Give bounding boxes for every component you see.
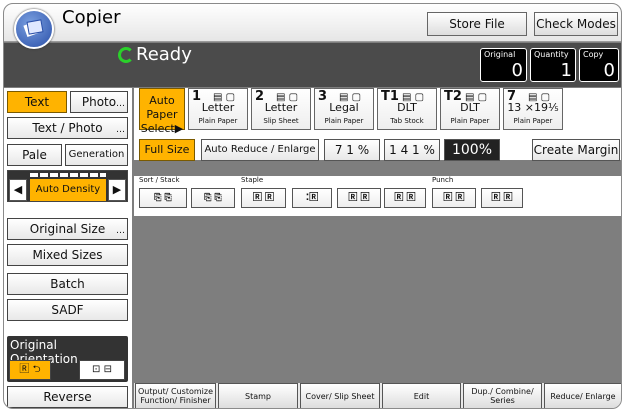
counter-value: 0: [603, 60, 615, 81]
tray-type: Slip Sheet: [263, 117, 299, 125]
staple-left-button[interactable]: 🅁 🅁: [384, 188, 426, 208]
copier-logo-icon: [14, 9, 54, 49]
paper-tray-2[interactable]: 2 ▤ ▢ Letter Slip Sheet: [251, 88, 311, 130]
title-bar: Copier Store File Check Modes: [4, 4, 621, 42]
counter-label: Original: [484, 50, 516, 59]
sort-stack-label: Sort / Stack: [139, 176, 180, 184]
text-photo-label: Text / Photo: [32, 121, 103, 135]
copy-counter: Copy 0: [579, 48, 619, 82]
main-settings-area: Auto Paper Select▶ 1 ▤ ▢ Letter Plain Pa…: [134, 88, 621, 408]
counter-value: 0: [511, 60, 523, 81]
auto-density-button[interactable]: Auto Density: [30, 179, 106, 201]
paper-tray-t2[interactable]: T2 ▤ ▢ DLT Plain Paper: [440, 88, 500, 130]
staple-label: Staple: [241, 176, 264, 184]
original-type-panel: Text Photo… Text / Photo… Pale Generatio…: [4, 88, 132, 408]
dup-combine-series-button[interactable]: Dup./ Combine/ Series: [463, 383, 542, 408]
store-file-button[interactable]: Store File: [427, 12, 527, 36]
tray-size: DLT: [397, 101, 417, 114]
more-options-icon: …: [116, 99, 125, 109]
status-bar: Ready Original 0 Quantity 1 Copy 0: [4, 43, 621, 87]
darker-arrow-icon[interactable]: ▶: [108, 179, 126, 201]
reverse-orientation-button[interactable]: Reverse Orientation: [7, 386, 128, 408]
paper-tray-7[interactable]: 7 ▤ ▢ 13 ×19⅕ Plain Paper: [503, 88, 563, 130]
tray-size: Letter: [201, 101, 235, 114]
original-size-button[interactable]: Original Size …: [7, 218, 128, 240]
counter-label: Quantity: [534, 50, 569, 59]
auto-paper-select-button[interactable]: Auto Paper Select▶: [139, 88, 185, 135]
tray-type: Plain Paper: [198, 117, 238, 125]
orientation-readable-icon[interactable]: 🅁 ⮌: [9, 360, 51, 380]
tray-type: Plain Paper: [324, 117, 364, 125]
create-margin-button[interactable]: Create Margin: [532, 139, 620, 161]
photo-label: Photo: [81, 95, 117, 109]
check-modes-button[interactable]: Check Modes: [534, 12, 618, 36]
lighter-arrow-icon[interactable]: ◀: [9, 179, 27, 201]
paper-tray-t1[interactable]: T1 ▤ ▢ DLT Tab Stock: [377, 88, 437, 130]
sort-button[interactable]: ⎘ ⎘: [139, 188, 187, 208]
mixed-sizes-button[interactable]: Mixed Sizes: [7, 244, 128, 266]
staple-top-button[interactable]: ⁚🅁: [292, 188, 332, 208]
reduce-enlarge-button[interactable]: Reduce/ Enlarge: [544, 383, 621, 408]
pale-mode-button[interactable]: Pale: [7, 144, 62, 166]
cover-slip-sheet-button[interactable]: Cover/ Slip Sheet: [300, 383, 380, 408]
stamp-button[interactable]: Stamp: [218, 383, 298, 408]
staple-two-button[interactable]: 🅁 🅁: [337, 188, 381, 208]
tray-type: Plain Paper: [450, 117, 490, 125]
counter-label: Copy: [583, 50, 604, 59]
current-zoom-display: 100%: [444, 139, 500, 161]
zoom-preset-71-button[interactable]: 7 1 %: [324, 139, 380, 161]
tray-size: Letter: [264, 101, 298, 114]
tray-size: 13 ×19⅕: [507, 101, 559, 114]
staple-top-left-button[interactable]: 🅁 🅁: [241, 188, 286, 208]
auto-reduce-enlarge-button[interactable]: Auto Reduce / Enlarge: [201, 139, 319, 161]
copier-window: Copier Store File Check Modes Ready Orig…: [3, 3, 622, 409]
function-tab-bar: Output/ Customize Function/ Finisher Sta…: [134, 383, 621, 408]
generation-mode-button[interactable]: Generation: [65, 144, 128, 166]
density-control: ◀ Auto Density ▶: [7, 170, 128, 202]
density-scale: [30, 173, 106, 177]
stack-button[interactable]: ⎘ ⎘: [191, 188, 235, 208]
ready-icon: [118, 47, 134, 63]
more-options-icon: …: [116, 226, 125, 236]
paper-zoom-panel: Auto Paper Select▶ 1 ▤ ▢ Letter Plain Pa…: [134, 88, 621, 161]
full-size-button[interactable]: Full Size: [139, 139, 195, 161]
original-orientation-panel: Original Orientation 🅁 ⮌ ⊡ ⊟: [7, 336, 128, 382]
tray-type: Tab Stock: [390, 117, 424, 125]
text-mode-button[interactable]: Text: [7, 91, 67, 113]
punch-top-button[interactable]: 🅁 🅁: [432, 188, 476, 208]
punch-label: Punch: [432, 176, 454, 184]
edit-button[interactable]: Edit: [382, 383, 461, 408]
status-text: Ready: [136, 44, 192, 65]
more-options-icon: …: [116, 125, 125, 135]
finishing-panel: Sort / Stack Staple Punch ⎘ ⎘ ⎘ ⎘ 🅁 🅁 ⁚🅁…: [134, 176, 621, 216]
output-customize-button[interactable]: Output/ Customize Function/ Finisher: [135, 383, 216, 408]
original-size-label: Original Size: [29, 222, 106, 236]
text-photo-mode-button[interactable]: Text / Photo …: [7, 117, 128, 139]
tray-size: Legal: [329, 101, 359, 114]
zoom-preset-141-button[interactable]: 1 4 1 %: [384, 139, 440, 161]
original-counter: Original 0: [480, 48, 527, 82]
photo-mode-button[interactable]: Photo…: [70, 91, 128, 113]
quantity-counter: Quantity 1: [530, 48, 576, 82]
tray-type: Plain Paper: [513, 117, 553, 125]
batch-button[interactable]: Batch: [7, 273, 128, 295]
orientation-rotated-icon[interactable]: ⊡ ⊟: [79, 360, 125, 380]
punch-left-button[interactable]: 🅁 🅁: [481, 188, 523, 208]
sadf-button[interactable]: SADF: [7, 299, 128, 321]
counter-value: 1: [560, 60, 572, 81]
paper-tray-3[interactable]: 3 ▤ ▢ Legal Plain Paper: [314, 88, 374, 130]
paper-tray-1[interactable]: 1 ▤ ▢ Letter Plain Paper: [188, 88, 248, 130]
tray-size: DLT: [460, 101, 480, 114]
app-title: Copier: [62, 7, 121, 28]
